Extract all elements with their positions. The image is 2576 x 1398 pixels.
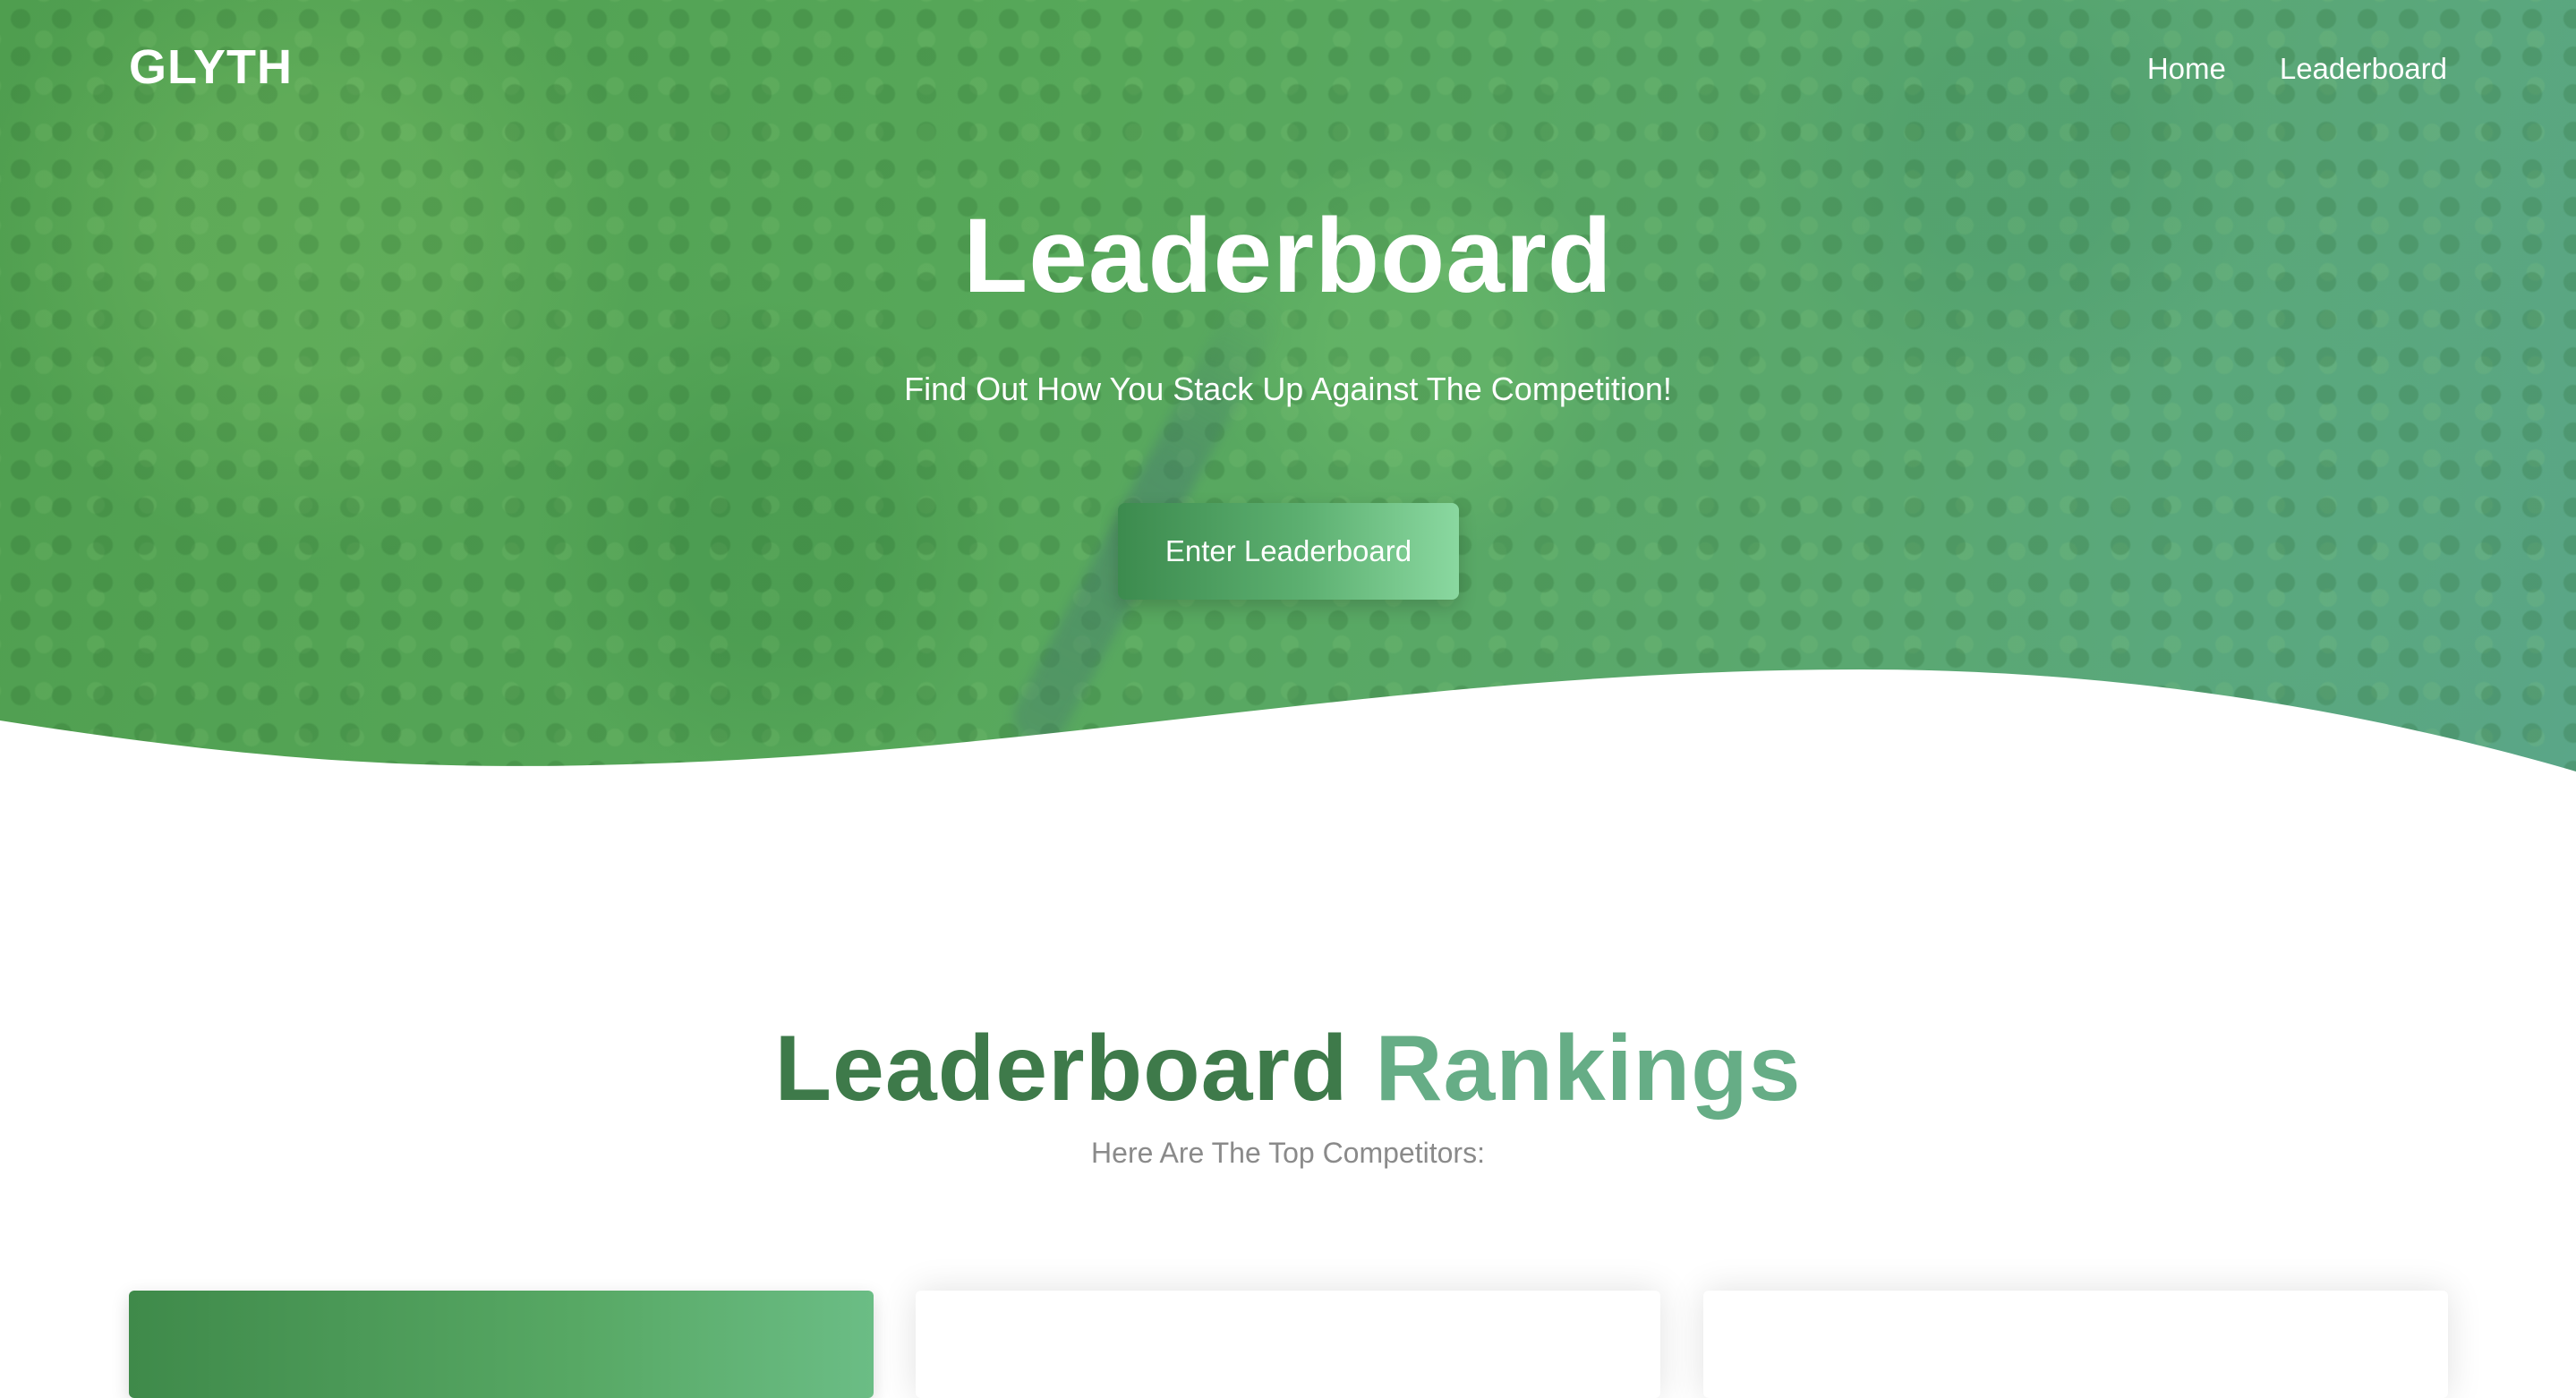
rankings-title: Leaderboard Rankings — [0, 1016, 2576, 1122]
hero-section: GLYTH Home Leaderboard Leaderboard Find … — [0, 0, 2576, 779]
leaderboard-card-first[interactable] — [129, 1291, 874, 1398]
brand-logo[interactable]: GLYTH — [129, 39, 293, 95]
nav-links: Home Leaderboard — [2147, 52, 2447, 86]
rankings-title-part1: Leaderboard — [774, 1017, 1349, 1121]
hero-subtitle: Find Out How You Stack Up Against The Co… — [904, 371, 1672, 407]
rankings-subtitle: Here Are The Top Competitors: — [1091, 1137, 1485, 1169]
rankings-title-part2: Rankings — [1375, 1017, 1802, 1121]
nav-link-home[interactable]: Home — [2147, 52, 2226, 86]
leaderboard-card-second[interactable] — [916, 1291, 1660, 1398]
leaderboard-card-third[interactable] — [1703, 1291, 2448, 1398]
nav-link-leaderboard[interactable]: Leaderboard — [2280, 52, 2447, 86]
enter-leaderboard-button[interactable]: Enter Leaderboard — [1118, 503, 1459, 600]
navbar: GLYTH Home Leaderboard — [0, 0, 2576, 143]
hero-title: Leaderboard — [963, 197, 1613, 315]
